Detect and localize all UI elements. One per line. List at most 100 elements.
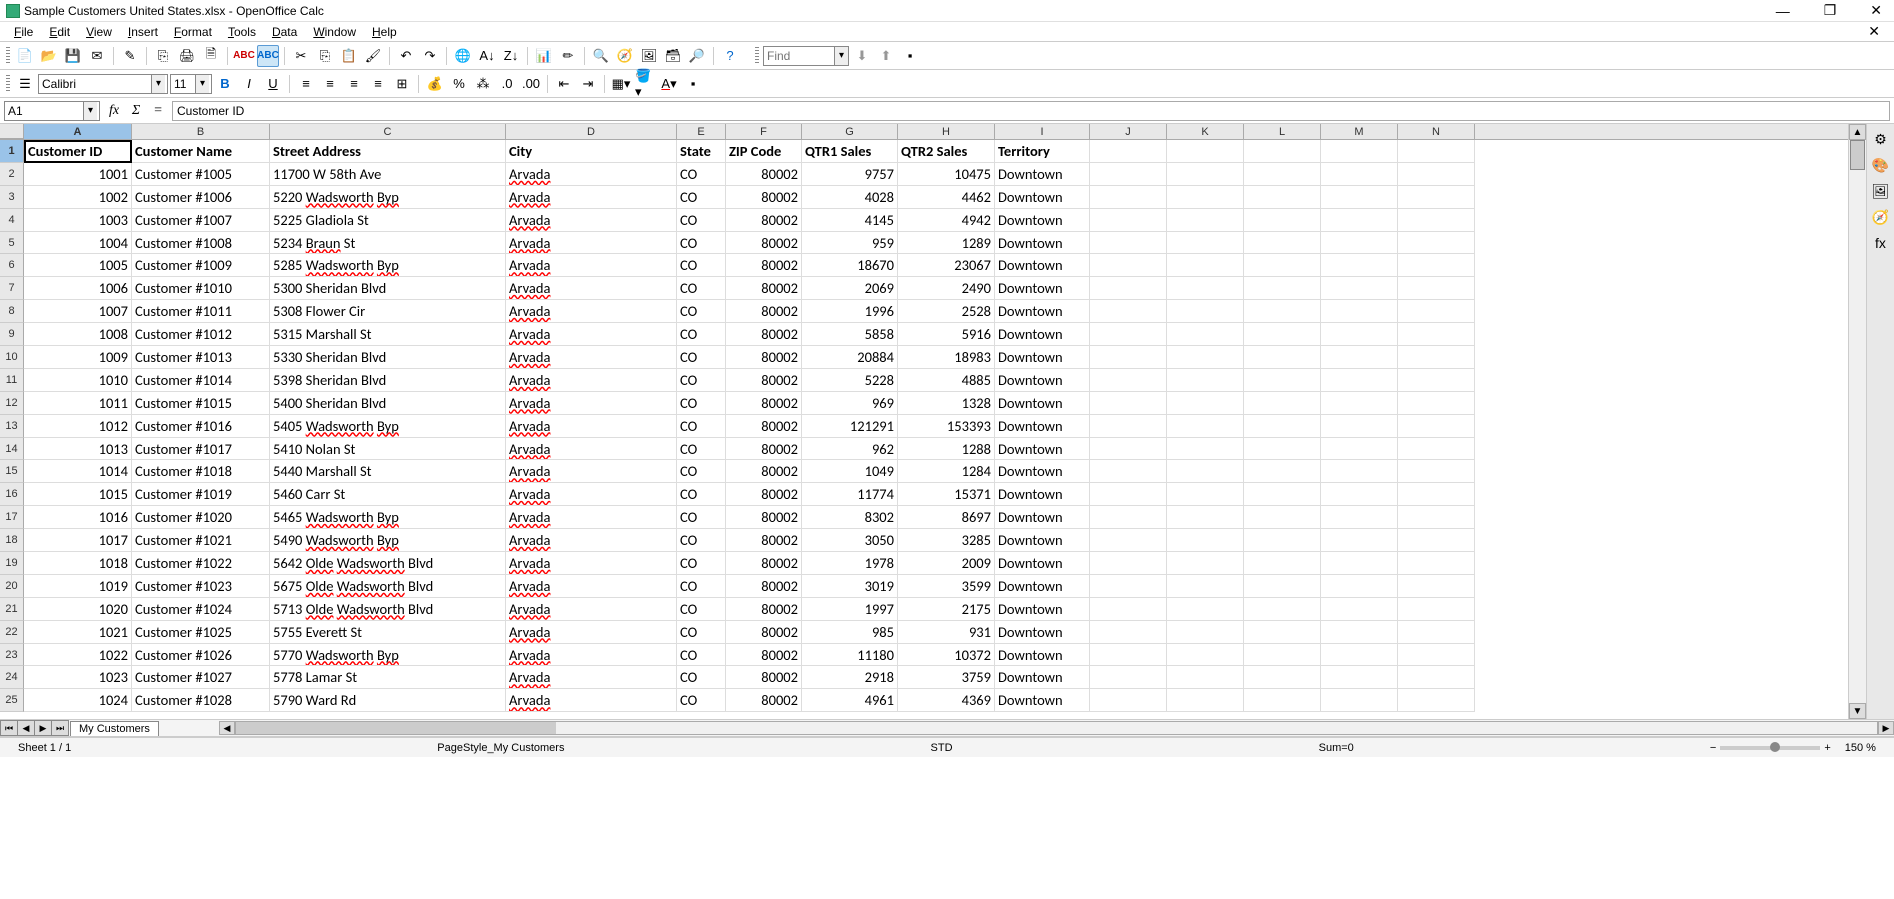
data-cell[interactable]: [1090, 392, 1167, 415]
data-cell[interactable]: 1328: [898, 392, 995, 415]
data-cell[interactable]: [1321, 392, 1398, 415]
new-document-icon[interactable]: 📄: [14, 45, 36, 67]
data-cell[interactable]: CO: [677, 392, 726, 415]
data-cell[interactable]: Downtown: [995, 575, 1090, 598]
data-cell[interactable]: Customer #1025: [132, 621, 270, 644]
data-cell[interactable]: 15371: [898, 483, 995, 506]
data-cell[interactable]: [1167, 415, 1244, 438]
decrease-indent-icon[interactable]: ⇤: [553, 73, 575, 95]
data-cell[interactable]: 5916: [898, 323, 995, 346]
data-cell[interactable]: [1398, 163, 1475, 186]
data-cell[interactable]: [1167, 552, 1244, 575]
data-cell[interactable]: 80002: [726, 415, 802, 438]
tab-next-icon[interactable]: ▶: [34, 720, 52, 736]
chevron-down-icon[interactable]: ▾: [83, 102, 97, 120]
column-header-L[interactable]: L: [1244, 124, 1321, 139]
scroll-up-icon[interactable]: ▲: [1849, 124, 1866, 140]
data-cell[interactable]: CO: [677, 300, 726, 323]
data-cell[interactable]: 18670: [802, 254, 898, 277]
data-cell[interactable]: Downtown: [995, 186, 1090, 209]
data-cell[interactable]: [1398, 277, 1475, 300]
data-cell[interactable]: 3285: [898, 529, 995, 552]
data-cell[interactable]: 80002: [726, 483, 802, 506]
data-cell[interactable]: [1398, 621, 1475, 644]
data-cell[interactable]: 5778 Lamar St: [270, 666, 506, 689]
data-cell[interactable]: Downtown: [995, 300, 1090, 323]
data-cell[interactable]: Customer #1019: [132, 483, 270, 506]
remove-decimal-icon[interactable]: .00: [520, 73, 542, 95]
sort-desc-icon[interactable]: Z↓: [500, 45, 522, 67]
header-cell[interactable]: Street Address: [270, 140, 506, 163]
data-cell[interactable]: [1090, 277, 1167, 300]
data-cell[interactable]: Arvada: [506, 392, 677, 415]
find-close-icon[interactable]: ▪: [899, 45, 921, 67]
data-cell[interactable]: CO: [677, 689, 726, 712]
datasources-icon[interactable]: 🗃: [662, 45, 684, 67]
data-cell[interactable]: [1321, 209, 1398, 232]
row-header[interactable]: 19: [0, 552, 24, 575]
show-draw-icon[interactable]: ✏: [557, 45, 579, 67]
data-cell[interactable]: [1244, 300, 1321, 323]
data-cell[interactable]: Downtown: [995, 689, 1090, 712]
sort-asc-icon[interactable]: A↓: [476, 45, 498, 67]
data-cell[interactable]: 985: [802, 621, 898, 644]
find-field[interactable]: [764, 47, 834, 65]
data-cell[interactable]: [1167, 483, 1244, 506]
data-cell[interactable]: CO: [677, 254, 726, 277]
data-cell[interactable]: [1090, 186, 1167, 209]
data-cell[interactable]: 10475: [898, 163, 995, 186]
status-mode[interactable]: STD: [921, 742, 963, 754]
data-cell[interactable]: [1321, 621, 1398, 644]
data-cell[interactable]: [1398, 346, 1475, 369]
align-left-icon[interactable]: ≡: [295, 73, 317, 95]
data-cell[interactable]: 1020: [24, 598, 132, 621]
data-cell[interactable]: [1398, 209, 1475, 232]
data-cell[interactable]: Arvada: [506, 346, 677, 369]
data-cell[interactable]: Downtown: [995, 438, 1090, 461]
data-cell[interactable]: 23067: [898, 254, 995, 277]
data-cell[interactable]: [1398, 438, 1475, 461]
data-cell[interactable]: [1398, 598, 1475, 621]
data-cell[interactable]: [1398, 666, 1475, 689]
data-cell[interactable]: Arvada: [506, 644, 677, 667]
data-cell[interactable]: Arvada: [506, 529, 677, 552]
data-cell[interactable]: 1289: [898, 232, 995, 255]
data-cell[interactable]: Arvada: [506, 483, 677, 506]
column-header-G[interactable]: G: [802, 124, 898, 139]
data-cell[interactable]: Customer #1015: [132, 392, 270, 415]
data-cell[interactable]: [1090, 552, 1167, 575]
data-cell[interactable]: 1023: [24, 666, 132, 689]
data-cell[interactable]: 1004: [24, 232, 132, 255]
data-cell[interactable]: CO: [677, 369, 726, 392]
data-cell[interactable]: 80002: [726, 598, 802, 621]
data-cell[interactable]: Downtown: [995, 529, 1090, 552]
data-cell[interactable]: 121291: [802, 415, 898, 438]
data-cell[interactable]: 3019: [802, 575, 898, 598]
data-cell[interactable]: CO: [677, 460, 726, 483]
data-cell[interactable]: [1090, 232, 1167, 255]
menu-format[interactable]: Format: [166, 25, 220, 39]
data-cell[interactable]: Arvada: [506, 552, 677, 575]
data-cell[interactable]: 80002: [726, 323, 802, 346]
data-cell[interactable]: [1167, 323, 1244, 346]
data-cell[interactable]: 20884: [802, 346, 898, 369]
row-header[interactable]: 12: [0, 392, 24, 415]
data-cell[interactable]: Downtown: [995, 277, 1090, 300]
data-cell[interactable]: 4145: [802, 209, 898, 232]
data-cell[interactable]: [1167, 529, 1244, 552]
data-cell[interactable]: [1090, 438, 1167, 461]
data-cell[interactable]: CO: [677, 666, 726, 689]
data-cell[interactable]: 1018: [24, 552, 132, 575]
data-cell[interactable]: [1244, 232, 1321, 255]
header-cell[interactable]: State: [677, 140, 726, 163]
data-cell[interactable]: Arvada: [506, 506, 677, 529]
data-cell[interactable]: 2528: [898, 300, 995, 323]
data-cell[interactable]: Arvada: [506, 186, 677, 209]
data-cell[interactable]: CO: [677, 323, 726, 346]
data-cell[interactable]: [1167, 689, 1244, 712]
menu-file[interactable]: File: [6, 25, 41, 39]
find-input[interactable]: ▾: [763, 46, 849, 66]
styles-icon[interactable]: ☰: [14, 73, 36, 95]
font-size-select[interactable]: ▾: [170, 74, 212, 94]
edit-icon[interactable]: ✎: [119, 45, 141, 67]
